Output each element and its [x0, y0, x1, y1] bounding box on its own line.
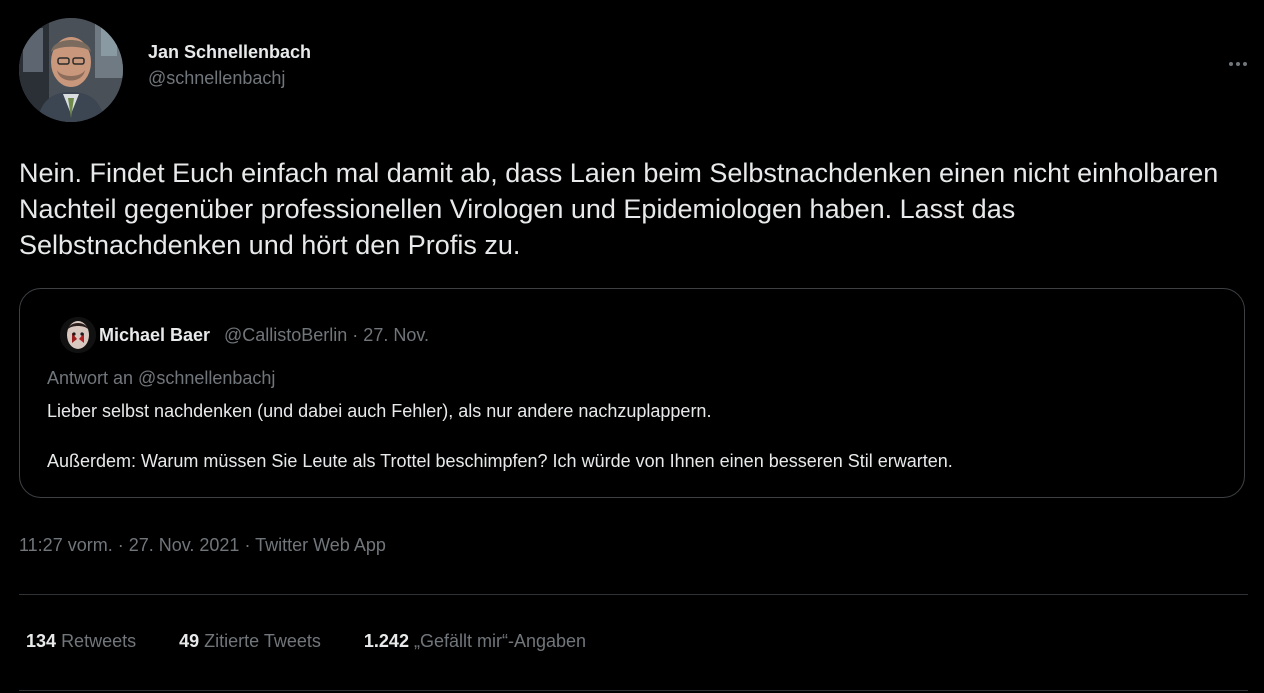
- tweet-timestamp-row: 11:27 vorm. · 27. Nov. 2021 · Twitter We…: [19, 535, 386, 556]
- retweets-count: 134: [26, 631, 57, 651]
- divider-bottom: [19, 690, 1248, 691]
- author-handle[interactable]: @schnellenbachj: [148, 68, 285, 89]
- quoted-author-meta: @CallistoBerlin · 27. Nov.: [224, 325, 430, 345]
- quoted-text-paragraph-2: Außerdem: Warum müssen Sie Leute als Tro…: [47, 451, 953, 471]
- tweet-source[interactable]: Twitter Web App: [255, 535, 386, 555]
- quoted-author-avatar[interactable]: [60, 317, 96, 353]
- quoted-author-name[interactable]: Michael Baer: [99, 325, 210, 346]
- more-horizontal-icon: [1229, 62, 1247, 66]
- likes-count: 1.242: [363, 631, 409, 651]
- retweets-label: Retweets: [61, 631, 137, 651]
- timestamp-separator: ·: [239, 535, 256, 555]
- quoted-text-paragraph-1: Lieber selbst nachdenken (und dabei auch…: [47, 401, 712, 421]
- more-options-button[interactable]: [1222, 52, 1254, 76]
- divider-top: [19, 594, 1248, 595]
- retweets-stat[interactable]: 134 Retweets: [26, 631, 136, 652]
- author-avatar[interactable]: [19, 18, 123, 122]
- quote-tweets-label: Zitierte Tweets: [204, 631, 321, 651]
- tweet-timestamp[interactable]: 11:27 vorm. · 27. Nov. 2021: [19, 535, 239, 555]
- likes-label: „Gefällt mir“-Angaben: [413, 631, 587, 651]
- author-name[interactable]: Jan Schnellenbach: [148, 42, 311, 63]
- tweet-text: Nein. Findet Euch einfach mal damit ab, …: [19, 158, 1219, 260]
- likes-stat[interactable]: 1.242 „Gefällt mir“-Angaben: [364, 631, 586, 652]
- quoted-tweet-card[interactable]: Michael Baer @CallistoBerlin · 27. Nov. …: [19, 288, 1245, 498]
- engagement-stats: 134 Retweets 49 Zitierte Tweets 1.242 „G…: [26, 631, 624, 652]
- author-avatar-image: [19, 18, 123, 122]
- quote-tweets-stat[interactable]: 49 Zitierte Tweets: [179, 631, 321, 652]
- quoted-reply-to: Antwort an @schnellenbachj: [47, 368, 276, 388]
- quoted-author-avatar-image: [60, 317, 96, 353]
- quote-tweets-count: 49: [179, 631, 200, 651]
